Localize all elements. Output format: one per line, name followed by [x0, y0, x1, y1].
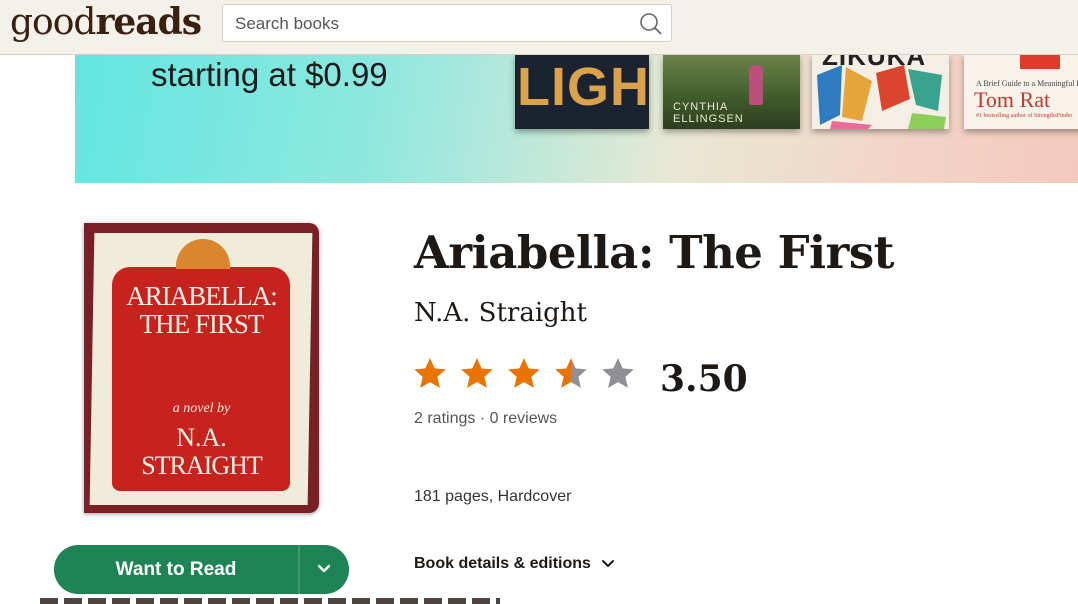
logo-reads: reads: [95, 1, 202, 43]
search-icon[interactable]: [639, 12, 663, 36]
cut-off-text-row: [40, 598, 500, 604]
want-to-read-button[interactable]: Want to Read: [54, 545, 298, 594]
cover-title-line-1: ARIABELLA:: [126, 281, 277, 311]
banner-book-4: A Brief Guide to a Meaningful L Tom Rat …: [964, 55, 1078, 129]
promo-banner[interactable]: starting at $0.99 LIGHT CYNTHIA ELLINGSE…: [75, 55, 1078, 183]
star-icon: [508, 358, 540, 388]
cover-author-line-2: STRAIGHT: [141, 451, 263, 480]
logo-good: good: [10, 2, 96, 43]
banner-book-2: CYNTHIA ELLINGSEN: [663, 55, 800, 129]
book-author[interactable]: N.A. Straight: [414, 298, 587, 328]
search-box[interactable]: [222, 4, 672, 42]
banner-book-4-accent: [1020, 55, 1060, 69]
star-empty-icon: [602, 358, 634, 388]
banner-book-1: LIGHT: [515, 55, 649, 129]
chevron-down-icon: [317, 564, 331, 573]
cover-title-line-2: THE FIRST: [139, 309, 265, 339]
want-to-read-group: Want to Read: [54, 545, 349, 594]
promo-text: starting at $0.99: [151, 56, 388, 93]
book-cover[interactable]: ARIABELLA: THE FIRST a novel by N.A. STR…: [84, 223, 319, 513]
ratings-reviews-count[interactable]: 2 ratings · 0 reviews: [414, 410, 557, 428]
book-format: 181 pages, Hardcover: [414, 488, 572, 505]
book-details-link[interactable]: Book details & editions: [414, 555, 615, 573]
goodreads-logo[interactable]: goodreads: [10, 0, 202, 45]
chevron-down-icon: [601, 559, 614, 567]
banner-book-4-credit: #1 bestselling author of StrengthsFinder: [976, 113, 1073, 119]
banner-book-1-title: LIGHT: [517, 57, 649, 117]
shelf-dropdown-button[interactable]: [300, 545, 349, 594]
half-star-icon: [555, 358, 587, 388]
banner-book-2-author: CYNTHIA ELLINGSEN: [673, 101, 744, 125]
star-icon: [461, 358, 493, 388]
search-input[interactable]: [233, 11, 637, 37]
site-header: goodreads: [0, 0, 1078, 55]
cover-author-line-1: N.A.: [176, 423, 227, 452]
banner-book-3: ZIKUKA: [812, 55, 949, 129]
banner-book-4-author: Tom Rat: [974, 87, 1051, 112]
banner-book-3-title: ZIKUKA: [822, 55, 927, 71]
book-title: Ariabella: The First: [414, 226, 894, 279]
cover-subtitle: a novel by: [172, 401, 231, 416]
star-icon: [414, 358, 446, 388]
book-details-label: Book details & editions: [414, 555, 591, 572]
banner-book-2-figure: [749, 65, 763, 105]
average-rating: 3.50: [660, 358, 748, 400]
